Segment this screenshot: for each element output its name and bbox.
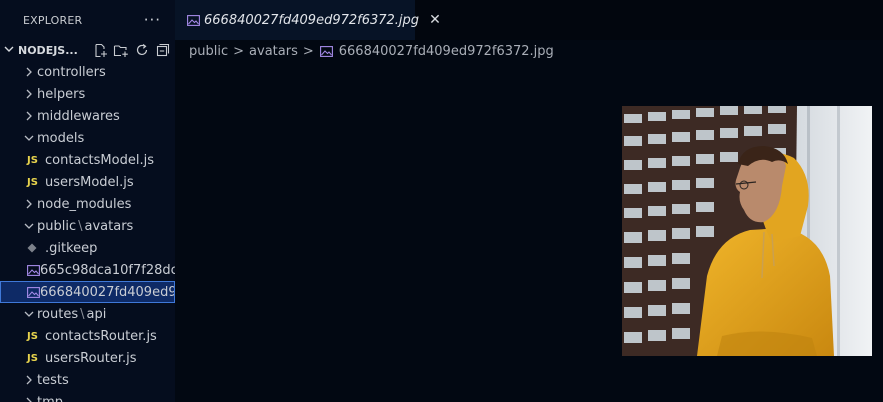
tab-title: 666840027fd409ed972f6372.jpg bbox=[204, 12, 420, 28]
js-file-icon: JS bbox=[27, 154, 38, 166]
tree-folder-public-avatars[interactable]: public \ avatars bbox=[0, 215, 175, 237]
js-file-icon: JS bbox=[27, 352, 38, 364]
tree-label: helpers bbox=[37, 86, 86, 102]
chevron-down-icon bbox=[21, 222, 37, 230]
tree-label-part: routes bbox=[37, 306, 79, 322]
editor-tab-bar: 666840027fd409ed972f6372.jpg ✕ bbox=[175, 0, 883, 40]
tree-folder-middlewares[interactable]: middlewares bbox=[0, 105, 175, 127]
more-actions-icon[interactable]: ··· bbox=[144, 11, 161, 29]
explorer-title: EXPLORER bbox=[23, 13, 83, 27]
chevron-right-icon bbox=[21, 89, 37, 99]
tree-folder-controllers[interactable]: controllers bbox=[0, 61, 175, 83]
tree-label: contactsModel.js bbox=[45, 152, 154, 168]
path-separator: \ bbox=[78, 218, 83, 234]
tree-file-image-1[interactable]: 665c98dca10f7f28dc... bbox=[0, 259, 175, 281]
tree-file-gitkeep[interactable]: .gitkeep bbox=[0, 237, 175, 259]
tree-label: node_modules bbox=[37, 196, 132, 212]
tree-folder-models[interactable]: models bbox=[0, 127, 175, 149]
git-file-icon bbox=[27, 243, 45, 253]
tree-label: tests bbox=[37, 372, 69, 388]
tree-label: .gitkeep bbox=[45, 240, 98, 256]
refresh-icon[interactable] bbox=[134, 42, 150, 58]
image-preview bbox=[622, 106, 872, 356]
tree-file-usersModel[interactable]: JS usersModel.js bbox=[0, 171, 175, 193]
tree-label: 665c98dca10f7f28dc... bbox=[40, 262, 175, 278]
project-section-header[interactable]: NODEJS... bbox=[0, 40, 175, 60]
tree-label-part: api bbox=[86, 306, 107, 322]
breadcrumb-item-public[interactable]: public bbox=[189, 44, 228, 59]
tree-file-image-2-selected[interactable]: 666840027fd409ed9... bbox=[0, 281, 175, 303]
tree-label: models bbox=[37, 130, 85, 146]
path-separator: \ bbox=[80, 306, 85, 322]
tree-folder-helpers[interactable]: helpers bbox=[0, 83, 175, 105]
tree-label: usersRouter.js bbox=[45, 350, 137, 366]
tree-folder-tmp[interactable]: tmp bbox=[0, 391, 175, 402]
explorer-sidebar: EXPLORER ··· NODEJS... controllers helpe… bbox=[0, 0, 175, 402]
tree-label: 666840027fd409ed9... bbox=[40, 284, 175, 300]
tree-file-usersRouter[interactable]: JS usersRouter.js bbox=[0, 347, 175, 369]
breadcrumb-separator: > bbox=[233, 43, 245, 59]
explorer-header: EXPLORER ··· bbox=[0, 0, 175, 40]
project-name: NODEJS... bbox=[18, 43, 78, 57]
js-file-icon: JS bbox=[27, 176, 38, 188]
chevron-right-icon bbox=[21, 375, 37, 385]
chevron-right-icon bbox=[21, 111, 37, 121]
breadcrumb-item-file[interactable]: 666840027fd409ed972f6372.jpg bbox=[339, 44, 554, 59]
close-icon[interactable]: ✕ bbox=[429, 12, 441, 28]
tree-folder-node-modules[interactable]: node_modules bbox=[0, 193, 175, 215]
tree-label-part: public bbox=[37, 218, 77, 234]
tree-label: usersModel.js bbox=[45, 174, 134, 190]
tree-label: middlewares bbox=[37, 108, 120, 124]
chevron-right-icon bbox=[21, 199, 37, 209]
breadcrumb-item-avatars[interactable]: avatars bbox=[249, 44, 298, 59]
image-file-icon bbox=[319, 44, 335, 58]
image-file-icon bbox=[27, 264, 40, 276]
tree-file-contactsModel[interactable]: JS contactsModel.js bbox=[0, 149, 175, 171]
breadcrumb-separator: > bbox=[302, 43, 314, 59]
image-file-icon bbox=[27, 286, 40, 298]
image-file-icon bbox=[187, 13, 200, 27]
collapse-all-icon[interactable] bbox=[155, 42, 171, 58]
chevron-right-icon bbox=[21, 397, 37, 402]
section-actions bbox=[92, 42, 171, 58]
tree-label: controllers bbox=[37, 64, 106, 80]
chevron-right-icon bbox=[21, 67, 37, 77]
js-file-icon: JS bbox=[27, 330, 38, 342]
chevron-down-icon bbox=[4, 44, 18, 57]
tree-file-contactsRouter[interactable]: JS contactsRouter.js bbox=[0, 325, 175, 347]
tree-folder-routes-api[interactable]: routes \ api bbox=[0, 303, 175, 325]
breadcrumb: public > avatars > 666840027fd409ed972f6… bbox=[189, 40, 554, 62]
tab-image-file[interactable]: 666840027fd409ed972f6372.jpg ✕ bbox=[175, 0, 441, 40]
chevron-down-icon bbox=[21, 134, 37, 142]
new-file-icon[interactable] bbox=[92, 42, 108, 58]
new-folder-icon[interactable] bbox=[113, 42, 129, 58]
file-tree: controllers helpers middlewares models J… bbox=[0, 61, 175, 402]
tree-folder-tests[interactable]: tests bbox=[0, 369, 175, 391]
tree-label: contactsRouter.js bbox=[45, 328, 157, 344]
tree-label-part: avatars bbox=[84, 218, 134, 234]
chevron-down-icon bbox=[21, 310, 37, 318]
tree-label: tmp bbox=[37, 394, 64, 402]
